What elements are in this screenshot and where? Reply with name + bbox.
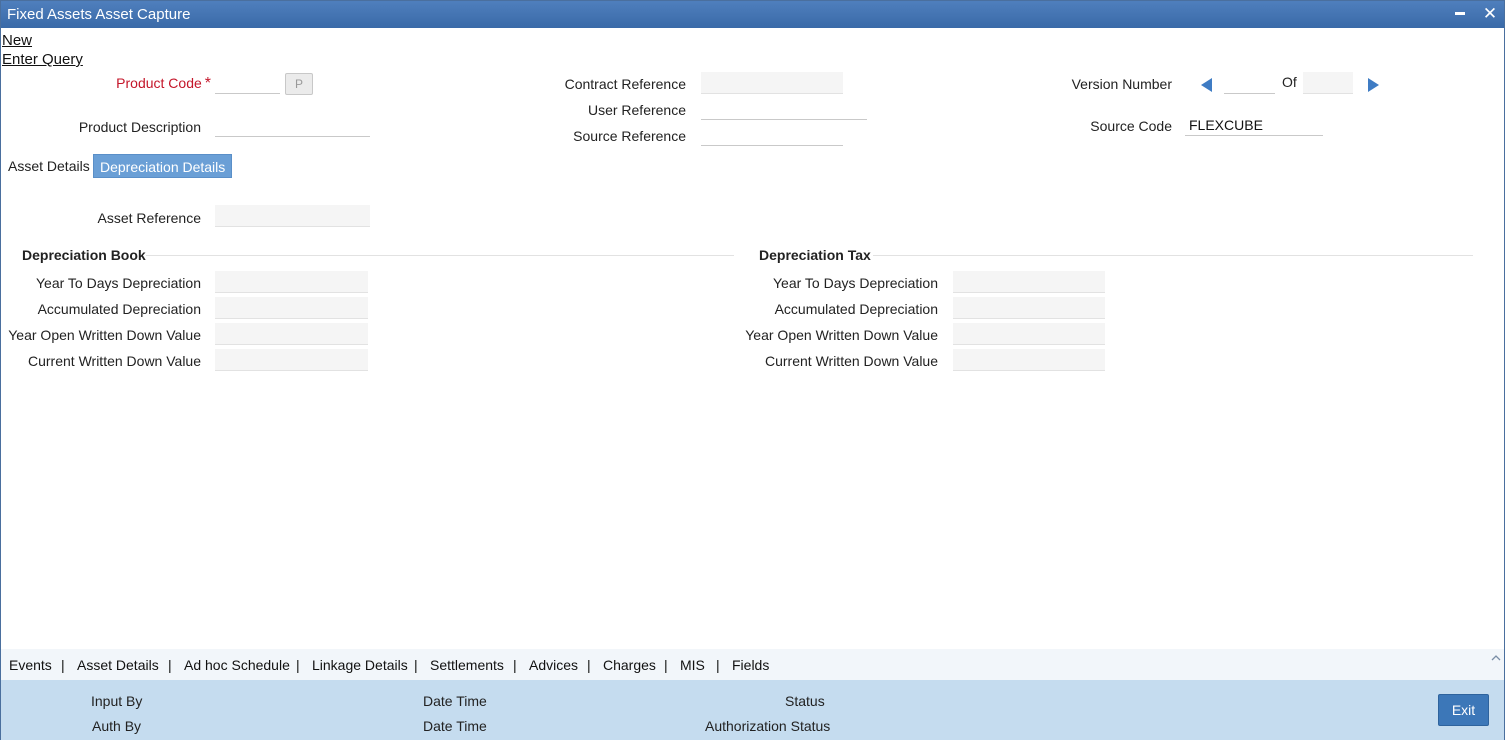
version-total-field bbox=[1303, 72, 1353, 94]
product-code-label: Product Code * bbox=[116, 75, 211, 92]
subscreen-tab-bar: Events | Asset Details | Ad hoc Schedule… bbox=[1, 649, 1504, 680]
book-ytd-depreciation-label: Year To Days Depreciation bbox=[36, 275, 201, 291]
version-number-label: Version Number bbox=[1071, 76, 1172, 92]
depreciation-book-title: Depreciation Book bbox=[22, 247, 146, 263]
authorization-status-label: Authorization Status bbox=[705, 718, 831, 734]
contract-reference-label: Contract Reference bbox=[564, 76, 686, 92]
product-description-input[interactable] bbox=[215, 115, 370, 137]
tax-ytd-depreciation-label: Year To Days Depreciation bbox=[773, 275, 938, 291]
bottom-tab-events[interactable]: Events bbox=[9, 657, 52, 673]
tax-accumulated-depreciation-label: Accumulated Depreciation bbox=[774, 301, 938, 317]
bottom-tab-mis[interactable]: MIS bbox=[680, 657, 705, 673]
book-current-wdv-label: Current Written Down Value bbox=[28, 353, 201, 369]
bottom-tab-fields[interactable]: Fields bbox=[732, 657, 769, 673]
status-label: Status bbox=[785, 693, 825, 709]
source-reference-input[interactable] bbox=[701, 124, 843, 146]
version-number-input[interactable] bbox=[1224, 72, 1275, 94]
tab-separator: | bbox=[414, 657, 418, 673]
bottom-tab-advices[interactable]: Advices bbox=[529, 657, 578, 673]
enter-query-link[interactable]: Enter Query bbox=[2, 51, 83, 68]
tab-separator: | bbox=[296, 657, 300, 673]
source-code-label: Source Code bbox=[1090, 118, 1172, 134]
book-year-open-wdv-label: Year Open Written Down Value bbox=[8, 327, 201, 343]
book-ytd-depreciation-field bbox=[215, 271, 368, 293]
arrow-left-icon[interactable] bbox=[1201, 78, 1212, 92]
user-reference-label: User Reference bbox=[587, 102, 686, 118]
title-bar: Fixed Assets Asset Capture ✕ bbox=[1, 1, 1504, 28]
book-accumulated-depreciation-label: Accumulated Depreciation bbox=[37, 301, 201, 317]
tab-depreciation-details[interactable]: Depreciation Details bbox=[93, 154, 233, 178]
bottom-tab-linkage-details[interactable]: Linkage Details bbox=[312, 657, 408, 673]
auth-by-label: Auth By bbox=[92, 718, 142, 734]
bottom-tab-settlements[interactable]: Settlements bbox=[430, 657, 504, 673]
tab-separator: | bbox=[716, 657, 720, 673]
tab-separator: | bbox=[61, 657, 65, 673]
tax-accumulated-depreciation-field bbox=[953, 297, 1105, 319]
minimize-icon[interactable] bbox=[1451, 5, 1469, 23]
input-by-label: Input By bbox=[91, 693, 143, 709]
bottom-tab-charges[interactable]: Charges bbox=[603, 657, 656, 673]
depreciation-tax-title: Depreciation Tax bbox=[759, 247, 871, 263]
audit-footer: Input By Auth By Date Time Date Time Sta… bbox=[1, 680, 1504, 740]
tax-year-open-wdv-label: Year Open Written Down Value bbox=[745, 327, 938, 343]
auth-date-time-label: Date Time bbox=[423, 718, 487, 734]
chevron-up-icon[interactable] bbox=[1491, 653, 1501, 663]
tab-separator: | bbox=[168, 657, 172, 673]
contract-reference-field bbox=[701, 72, 843, 94]
section-divider bbox=[873, 255, 1473, 256]
exit-button[interactable]: Exit bbox=[1438, 694, 1489, 726]
tax-current-wdv-field bbox=[953, 349, 1105, 371]
new-link[interactable]: New bbox=[2, 32, 32, 49]
book-year-open-wdv-field bbox=[215, 323, 368, 345]
tab-separator: | bbox=[587, 657, 591, 673]
bottom-tab-asset-details[interactable]: Asset Details bbox=[77, 657, 159, 673]
input-date-time-label: Date Time bbox=[423, 693, 487, 709]
book-current-wdv-field bbox=[215, 349, 368, 371]
asset-reference-field bbox=[215, 205, 370, 227]
product-description-label: Product Description bbox=[78, 119, 201, 135]
required-marker: * bbox=[204, 75, 211, 92]
tax-year-open-wdv-field bbox=[953, 323, 1105, 345]
section-divider bbox=[146, 255, 734, 256]
asset-reference-label: Asset Reference bbox=[97, 210, 202, 226]
arrow-right-icon[interactable] bbox=[1368, 78, 1379, 92]
close-icon[interactable]: ✕ bbox=[1481, 5, 1499, 23]
tab-separator: | bbox=[513, 657, 517, 673]
tax-current-wdv-label: Current Written Down Value bbox=[765, 353, 938, 369]
source-reference-label: Source Reference bbox=[573, 128, 686, 144]
product-code-lov-button[interactable]: P bbox=[285, 73, 313, 95]
tab-asset-details[interactable]: Asset Details bbox=[2, 154, 96, 178]
tab-separator: | bbox=[664, 657, 668, 673]
app-window: Fixed Assets Asset Capture ✕ New Enter Q… bbox=[0, 0, 1505, 740]
tax-ytd-depreciation-field bbox=[953, 271, 1105, 293]
source-code-input[interactable]: FLEXCUBE bbox=[1185, 114, 1323, 136]
product-code-input[interactable] bbox=[215, 72, 280, 94]
bottom-tab-adhoc-schedule[interactable]: Ad hoc Schedule bbox=[184, 657, 290, 673]
version-of-label: Of bbox=[1282, 74, 1297, 90]
user-reference-input[interactable] bbox=[701, 98, 867, 120]
window-title: Fixed Assets Asset Capture bbox=[7, 6, 191, 23]
book-accumulated-depreciation-field bbox=[215, 297, 368, 319]
